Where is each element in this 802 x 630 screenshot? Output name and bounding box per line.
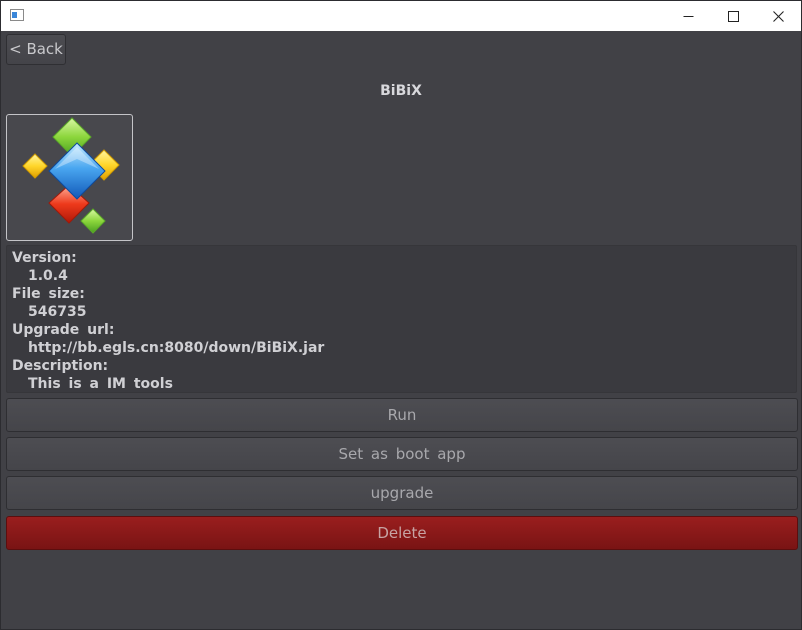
app-logo-gems-icon	[22, 117, 120, 234]
app-icon-frame	[6, 114, 133, 241]
minimize-icon	[683, 15, 693, 17]
app-window: < Back BiBiX Version: 1.0.4 File size: 5…	[0, 0, 802, 630]
window-app-icon	[10, 9, 24, 21]
app-info-panel: Version: 1.0.4 File size: 546735 Upgrade…	[6, 245, 797, 393]
app-name-title: BiBiX	[380, 83, 422, 99]
upgrade-button[interactable]: upgrade	[6, 476, 798, 510]
title-bar	[1, 1, 801, 31]
set-boot-app-button[interactable]: Set as boot app	[6, 437, 798, 471]
description-label: Description:	[12, 358, 109, 374]
maximize-button[interactable]	[710, 1, 756, 31]
version-label: Version:	[12, 250, 77, 266]
run-button[interactable]: Run	[6, 398, 798, 432]
description-value: This is a IM tools	[28, 376, 173, 392]
file-size-value: 546735	[28, 304, 87, 320]
minimize-button[interactable]	[665, 1, 711, 31]
close-button[interactable]	[755, 1, 801, 31]
close-icon	[772, 10, 784, 22]
upgrade-url-label: Upgrade url:	[12, 322, 115, 338]
maximize-icon	[727, 10, 739, 22]
upgrade-url-value: http://bb.egls.cn:8080/down/BiBiX.jar	[28, 340, 325, 356]
file-size-label: File size:	[12, 286, 85, 302]
delete-button[interactable]: Delete	[6, 516, 798, 550]
back-button[interactable]: < Back	[6, 34, 66, 65]
version-value: 1.0.4	[28, 268, 68, 284]
